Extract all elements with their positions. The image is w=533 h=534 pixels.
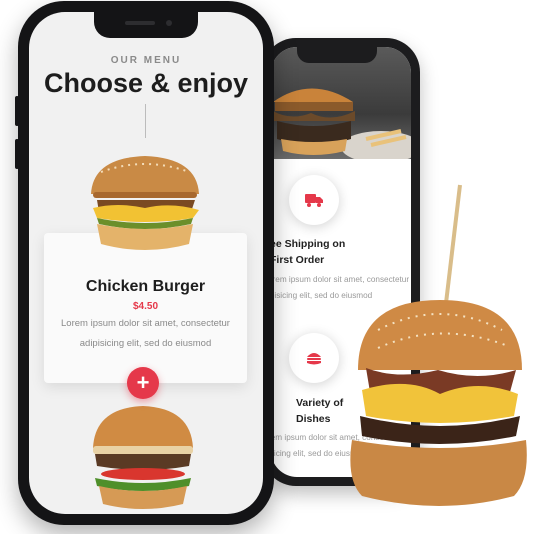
page-title: Choose & enjoy [43, 68, 249, 98]
chicken-burger-image [91, 156, 199, 250]
front-phone: OUR MENU Choose & enjoy Chicken Burger $… [15, 1, 274, 525]
phone-side-button [15, 139, 19, 169]
heading-divider [145, 104, 146, 138]
menu-kicker: OUR MENU [110, 55, 182, 66]
shipping-feature-title: ee Shipping on First Order [271, 238, 346, 266]
speaker-grill [125, 21, 155, 25]
shipping-feature-icon-circle [289, 175, 339, 225]
front-phone-screen: OUR MENU Choose & enjoy Chicken Burger $… [29, 12, 263, 514]
product-title: Chicken Burger [85, 278, 206, 295]
truck-icon [305, 194, 323, 207]
front-phone-notch [94, 12, 198, 38]
skewer-stick [442, 184, 462, 321]
burger-icon [307, 353, 321, 365]
add-to-cart-button[interactable]: + [127, 367, 159, 399]
dishes-feature-icon-circle [289, 333, 339, 383]
back-phone-notch [297, 47, 377, 63]
beef-burger-image [93, 406, 193, 509]
camera-icon [166, 20, 172, 26]
burger-photo-icon [273, 88, 411, 163]
phone-side-button [15, 96, 19, 126]
dishes-feature-title: Variety of Dishes [296, 397, 344, 425]
burger-photo-banner [271, 47, 411, 163]
product-description: Lorem ipsum dolor sit amet, consectetur … [61, 318, 230, 349]
product-price: $4.50 [132, 301, 159, 312]
big-burger-image [350, 184, 527, 506]
